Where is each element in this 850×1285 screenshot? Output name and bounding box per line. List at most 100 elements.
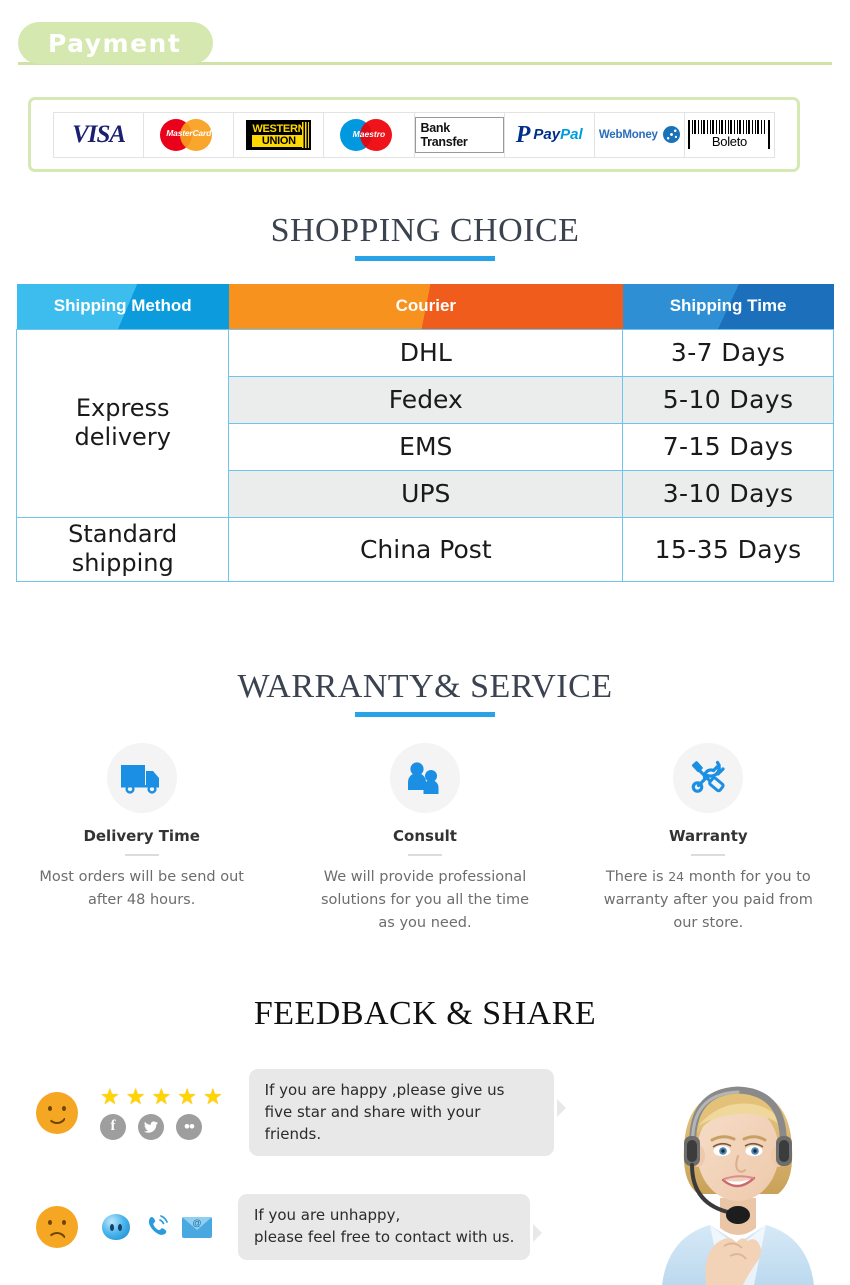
mastercard-logo-text: MasterCard	[166, 127, 212, 138]
consult-desc-line3: as you need.	[378, 915, 472, 932]
warranty-desc-number: 24	[668, 869, 685, 884]
cell-courier-china-post: China Post	[228, 516, 624, 582]
social-share-buttons: f ••	[100, 1113, 223, 1140]
maestro-logo-text: Maestro	[352, 128, 386, 139]
consult-desc-line2: solutions for you all the time	[320, 892, 530, 909]
warranty-desc-line2: warranty after you paid from	[603, 892, 813, 909]
method-express-line1: Express	[75, 393, 170, 422]
happy-message-line1: If you are happy ,please give us	[264, 1081, 505, 1099]
method-standard-line1: Standard	[68, 519, 178, 548]
phone-icon[interactable]	[143, 1214, 169, 1240]
payment-method-mastercard: MasterCard	[144, 112, 235, 157]
cell-courier-fedex: Fedex	[228, 375, 624, 424]
customer-service-agent-photo	[638, 1070, 838, 1285]
warranty-service-title: WARRANTY& SERVICE	[237, 668, 613, 705]
unhappy-message-line2: please feel free to contact with us.	[254, 1228, 515, 1246]
service-item-delivery-time: Delivery Time Most orders will be send o…	[0, 743, 283, 936]
service-name-consult: Consult	[393, 827, 457, 845]
service-items-row: Delivery Time Most orders will be send o…	[0, 743, 850, 936]
star-icon[interactable]: ★	[100, 1085, 120, 1108]
happy-message-bubble: If you are happy ,please give us five st…	[248, 1069, 566, 1157]
webmoney-icon: WebMoney	[599, 126, 680, 143]
cell-courier-ems: EMS	[228, 422, 624, 471]
shopping-choice-underline	[355, 256, 495, 261]
western-union-bars	[302, 121, 310, 148]
service-name-warranty: Warranty	[668, 827, 748, 845]
warranty-service-section: WARRANTY& SERVICE Delivery Time Most ord…	[0, 668, 850, 936]
warranty-desc-line1: There is 24 month for you to	[595, 866, 822, 889]
email-icon[interactable]: @	[182, 1216, 212, 1238]
western-union-icon: WESTERN UNION	[246, 119, 312, 150]
shipping-table-wrap: Shipping Method Courier Shipping Time Ex…	[15, 284, 834, 582]
warranty-desc-suffix: month for you to	[688, 869, 811, 885]
payment-badge: Payment	[18, 22, 213, 64]
star-icon[interactable]: ★	[177, 1085, 197, 1108]
twitter-icon[interactable]	[138, 1113, 164, 1140]
happy-rating-stack: ★ ★ ★ ★ ★ f ••	[100, 1085, 223, 1140]
cell-time-china-post: 15-35 Days	[622, 516, 834, 582]
star-icon[interactable]: ★	[151, 1085, 171, 1108]
delivery-desc-line1: Most orders will be send out	[39, 869, 244, 885]
delivery-desc-line2: after 48 hours.	[87, 892, 196, 909]
service-desc-consult: We will provide professional solutions f…	[283, 866, 566, 936]
column-header-shipping-method: Shipping Method	[16, 284, 229, 329]
payment-method-maestro: Maestro	[324, 112, 415, 157]
star-icon[interactable]: ★	[203, 1085, 223, 1108]
webmoney-label: WebMoney	[598, 128, 658, 141]
service-separator	[124, 854, 159, 856]
table-row: Express delivery DHL 3-7 Days	[15, 328, 834, 518]
payment-methods-row: VISA MasterCard WESTERN UNION Maestro Ba…	[53, 111, 775, 158]
maestro-icon: Maestro	[338, 116, 400, 154]
warranty-title-wrap: WARRANTY& SERVICE	[0, 668, 850, 717]
bank-transfer-label: Bank Transfer	[414, 116, 504, 153]
unhappy-message-bubble: If you are unhappy, please feel free to …	[238, 1194, 543, 1260]
cell-time-ups: 3-10 Days	[622, 469, 834, 518]
shipping-table-header-row: Shipping Method Courier Shipping Time	[16, 284, 834, 329]
boleto-label: Boleto	[711, 134, 747, 149]
consult-desc-line1: We will provide professional	[323, 869, 527, 885]
cell-method-standard: Standard shipping	[15, 516, 230, 582]
cell-courier-ups: UPS	[228, 469, 624, 518]
boleto-icon: Boleto	[688, 120, 771, 149]
flickr-icon[interactable]: ••	[176, 1113, 202, 1140]
boleto-barcode	[692, 120, 767, 134]
cell-time-ems: 7-15 Days	[622, 422, 834, 471]
method-express-line2: delivery	[74, 423, 171, 451]
paypal-icon: P Pay Pal	[516, 123, 583, 147]
messenger-icon[interactable]	[102, 1214, 130, 1240]
service-desc-delivery-time: Most orders will be send out after 48 ho…	[0, 866, 283, 912]
tools-icon	[673, 743, 744, 813]
shopping-choice-title-wrap: SHOPPING CHOICE	[0, 212, 850, 261]
payment-method-paypal: P Pay Pal	[504, 112, 595, 157]
western-union-label-top: WESTERN	[252, 122, 306, 135]
star-icon[interactable]: ★	[126, 1085, 146, 1108]
payment-methods-strip: VISA MasterCard WESTERN UNION Maestro Ba…	[28, 97, 800, 172]
cell-time-dhl: 3-7 Days	[622, 328, 834, 377]
facebook-icon[interactable]: f	[100, 1113, 126, 1140]
cell-method-express: Express delivery	[15, 328, 230, 518]
warranty-desc-line3: our store.	[673, 915, 744, 932]
cell-time-fedex: 5-10 Days	[622, 375, 834, 424]
smiley-face-icon	[36, 1091, 78, 1134]
happy-message-line2: five star and share with your friends.	[264, 1102, 481, 1143]
paypal-label-1: Pay	[533, 126, 561, 143]
shopping-choice-heading-block: SHOPPING CHOICE	[0, 212, 850, 261]
people-icon	[389, 743, 460, 813]
mastercard-icon: MasterCard	[158, 116, 220, 154]
method-standard-line2: shipping	[71, 549, 174, 577]
feedback-share-title: FEEDBACK & SHARE	[253, 995, 597, 1032]
shipping-table: Shipping Method Courier Shipping Time Ex…	[15, 284, 834, 582]
service-desc-warranty: There is 24 month for you to warranty af…	[567, 866, 850, 936]
column-header-courier: Courier	[228, 284, 623, 329]
webmoney-dot-icon	[662, 126, 680, 143]
shopping-choice-title: SHOPPING CHOICE	[270, 212, 580, 249]
western-union-label-bottom: UNION	[252, 134, 306, 147]
payment-badge-label: Payment	[48, 28, 182, 58]
cell-courier-dhl: DHL	[228, 328, 624, 377]
visa-logo-text: VISA	[72, 120, 126, 148]
warranty-underline	[355, 712, 495, 717]
payment-method-bank-transfer: Bank Transfer	[414, 112, 505, 157]
truck-icon	[106, 743, 177, 813]
paypal-label-2: Pal	[560, 126, 583, 143]
contact-icons: @	[102, 1214, 212, 1240]
